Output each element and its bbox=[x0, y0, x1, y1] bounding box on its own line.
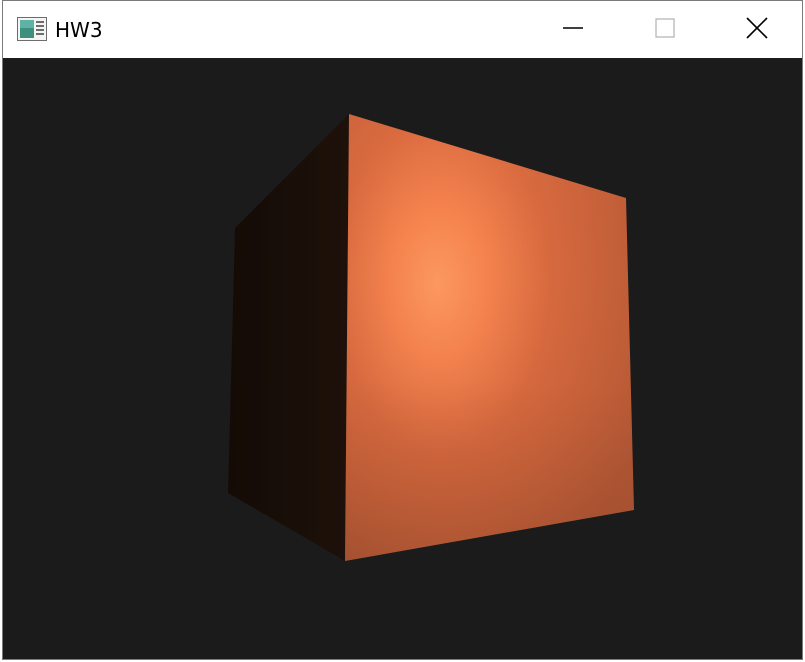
minimize-icon bbox=[563, 18, 583, 42]
maximize-icon bbox=[655, 17, 675, 42]
cube-left-face bbox=[228, 114, 349, 561]
app-window: HW3 bbox=[2, 0, 803, 660]
close-button[interactable] bbox=[711, 1, 802, 58]
app-icon bbox=[17, 17, 47, 41]
cube-scene bbox=[228, 114, 634, 561]
close-icon bbox=[746, 16, 768, 43]
window-title: HW3 bbox=[55, 18, 103, 42]
maximize-button[interactable] bbox=[619, 1, 711, 58]
render-viewport[interactable] bbox=[3, 58, 802, 659]
title-bar[interactable]: HW3 bbox=[3, 1, 802, 58]
cube-front-shade bbox=[345, 114, 634, 561]
minimize-button[interactable] bbox=[527, 1, 619, 58]
